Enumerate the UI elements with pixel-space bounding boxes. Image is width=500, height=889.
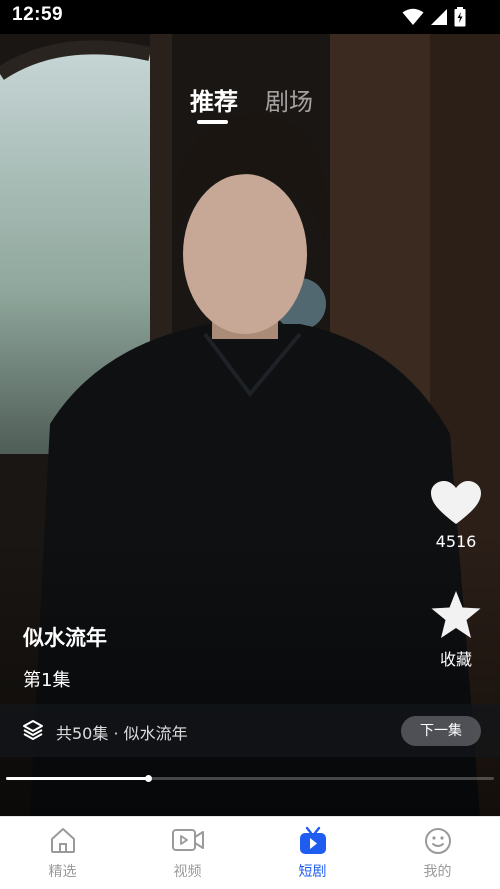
nav-item-mine[interactable]: 我的 xyxy=(375,817,500,889)
nav-item-short-drama[interactable]: 短剧 xyxy=(250,817,375,889)
nav-item-video[interactable]: 视频 xyxy=(125,817,250,889)
nav-item-featured[interactable]: 精选 xyxy=(0,817,125,889)
nav-label-video: 视频 xyxy=(173,864,202,880)
like-count: 4516 xyxy=(435,532,477,551)
star-icon xyxy=(431,591,481,638)
top-tabs: 推荐 剧场 xyxy=(0,82,500,132)
heart-icon xyxy=(431,481,481,524)
tab-theater[interactable]: 剧场 xyxy=(265,82,313,117)
signal-icon xyxy=(431,9,447,25)
nav-label-mine: 我的 xyxy=(423,864,452,880)
status-icons xyxy=(402,7,466,27)
video-player[interactable]: 推荐 剧场 4516 收藏 xyxy=(0,34,500,816)
status-bar: 12:59 xyxy=(0,0,500,34)
wifi-icon xyxy=(402,8,424,25)
tab-recommend[interactable]: 推荐 xyxy=(190,82,238,117)
smiley-icon xyxy=(424,828,451,854)
video-icon xyxy=(171,829,204,851)
video-frame xyxy=(0,34,500,816)
bottom-nav: 精选 视频 短剧 我的 xyxy=(0,816,500,889)
nav-label-featured: 精选 xyxy=(48,864,77,880)
nav-label-short-drama: 短剧 xyxy=(298,864,327,880)
app-screen: 12:59 推荐 剧场 4516 收藏 似水流年 第1集 共50集 · 似水流年… xyxy=(0,0,500,889)
layers-icon xyxy=(23,720,43,740)
next-episode-button[interactable]: 下一集 xyxy=(401,716,481,746)
home-icon xyxy=(50,828,75,853)
favorite-label: 收藏 xyxy=(439,650,472,669)
status-time: 12:59 xyxy=(12,4,64,25)
tv-play-icon xyxy=(299,826,326,854)
like-button[interactable]: 4516 xyxy=(421,480,491,551)
favorite-button[interactable]: 收藏 xyxy=(421,590,491,670)
episode-bar[interactable]: 共50集 · 似水流年 下一集 xyxy=(0,704,500,757)
progress-thumb[interactable] xyxy=(145,775,152,782)
playback-progress-bar[interactable] xyxy=(6,775,494,782)
episode-summary: 共50集 · 似水流年 xyxy=(56,724,188,743)
tab-active-indicator xyxy=(197,120,228,124)
episode-number: 第1集 xyxy=(23,670,71,691)
progress-fill xyxy=(6,777,148,780)
drama-title: 似水流年 xyxy=(23,626,107,650)
battery-icon xyxy=(454,7,466,27)
